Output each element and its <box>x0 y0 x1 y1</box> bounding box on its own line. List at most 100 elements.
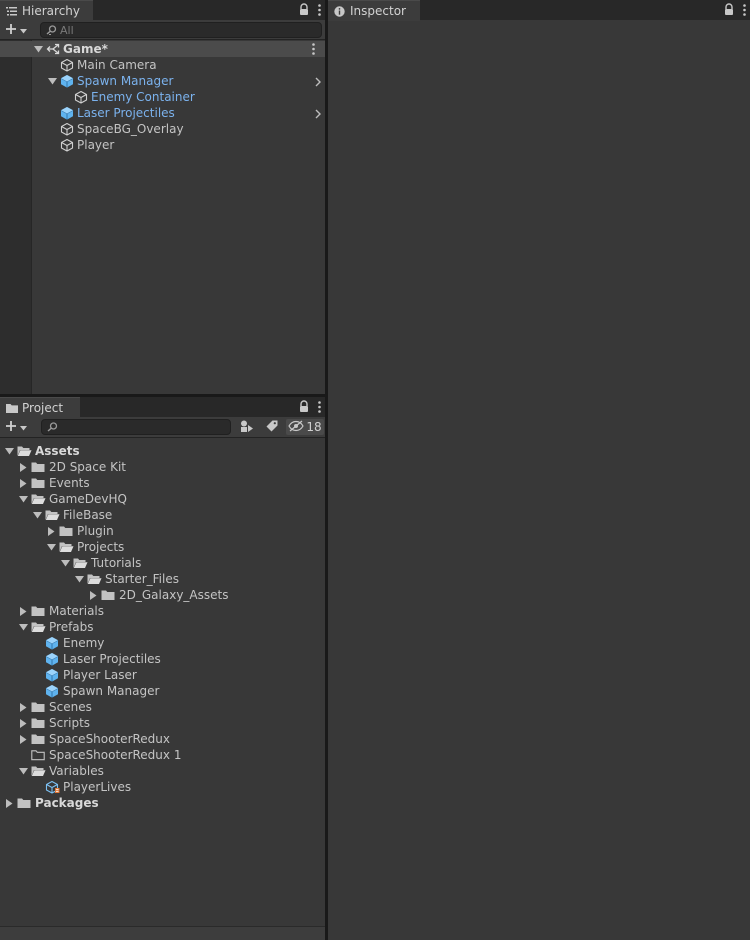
lock-icon[interactable] <box>298 400 310 413</box>
lock-icon[interactable] <box>298 3 310 16</box>
tab-project[interactable]: Project <box>0 397 80 418</box>
folder-icon <box>31 476 46 490</box>
folder-icon <box>59 524 74 538</box>
search-icon <box>46 25 57 35</box>
hierarchy-search[interactable] <box>40 22 322 38</box>
hierarchy-item-enemy-container[interactable]: Enemy Container <box>0 89 325 105</box>
hierarchy-item-player[interactable]: Player <box>0 137 325 153</box>
caret-down-icon <box>20 23 27 37</box>
hierarchy-toolbar <box>0 20 325 40</box>
hierarchy-item-label: Player <box>77 138 115 152</box>
project-item-variables[interactable]: Variables <box>0 763 325 779</box>
create-dropdown-button[interactable] <box>5 22 33 38</box>
hierarchy-list-icon <box>6 6 17 17</box>
project-item-label: Variables <box>49 764 104 778</box>
project-item-gamedevhq[interactable]: GameDevHQ <box>0 491 325 507</box>
project-item-label: Materials <box>49 604 105 618</box>
project-item-spawn-manager[interactable]: Spawn Manager <box>0 683 325 699</box>
expand-arrow-icon[interactable] <box>17 619 29 635</box>
project-item-laser-projectiles[interactable]: Laser Projectiles <box>0 651 325 667</box>
collapse-arrow-icon[interactable] <box>17 475 29 491</box>
hierarchy-item-laser-projectiles[interactable]: Laser Projectiles <box>0 105 325 121</box>
horizontal-scrollbar[interactable] <box>0 926 325 940</box>
project-item-label: Starter_Files <box>105 572 179 586</box>
project-item-tutorials[interactable]: Tutorials <box>0 555 325 571</box>
project-item-filebase[interactable]: FileBase <box>0 507 325 523</box>
project-item-projects[interactable]: Projects <box>0 539 325 555</box>
collapse-arrow-icon[interactable] <box>17 715 29 731</box>
project-item-label: Enemy <box>63 636 105 650</box>
project-item-starter-files[interactable]: Starter_Files <box>0 571 325 587</box>
project-search-input[interactable] <box>58 420 230 434</box>
hierarchy-item-main-camera[interactable]: Main Camera <box>0 57 325 73</box>
hierarchy-search-input[interactable] <box>57 23 321 37</box>
search-icon <box>47 422 58 432</box>
collapse-arrow-icon[interactable] <box>17 731 29 747</box>
project-item-prefabs[interactable]: Prefabs <box>0 619 325 635</box>
hierarchy-item-spawn-manager[interactable]: Spawn Manager <box>0 73 325 89</box>
project-item-2d-galaxy-assets[interactable]: 2D_Galaxy_Assets <box>0 587 325 603</box>
chevron-right-icon[interactable] <box>315 76 321 87</box>
expand-arrow-icon[interactable] <box>45 539 57 555</box>
collapse-arrow-icon[interactable] <box>17 459 29 475</box>
project-item-playerlives[interactable]: PlayerLives <box>0 779 325 795</box>
project-search[interactable] <box>41 419 231 435</box>
collapse-arrow-icon[interactable] <box>3 795 15 811</box>
project-item-label: Scripts <box>49 716 91 730</box>
tab-project-label: Project <box>22 401 64 415</box>
expand-arrow-icon[interactable] <box>46 73 58 89</box>
project-item-materials[interactable]: Materials <box>0 603 325 619</box>
expand-arrow-icon[interactable] <box>73 571 85 587</box>
folder-open-icon <box>59 540 74 554</box>
project-item-spaceshooterredux-1[interactable]: SpaceShooterRedux 1 <box>0 747 325 763</box>
tab-inspector[interactable]: Inspector <box>328 0 420 21</box>
scene-menu-icon[interactable] <box>312 43 315 55</box>
project-item-enemy[interactable]: Enemy <box>0 635 325 651</box>
collapse-arrow-icon[interactable] <box>87 587 99 603</box>
prefab-icon <box>45 668 60 682</box>
project-item-label: Plugin <box>77 524 114 538</box>
project-item-player-laser[interactable]: Player Laser <box>0 667 325 683</box>
project-item-assets[interactable]: Assets <box>0 443 325 459</box>
expand-arrow-icon[interactable] <box>32 41 44 57</box>
arrow-placeholder <box>31 635 43 651</box>
expand-arrow-icon[interactable] <box>59 555 71 571</box>
project-item-spaceshooterredux[interactable]: SpaceShooterRedux <box>0 731 325 747</box>
hidden-packages-toggle[interactable]: 18 <box>286 419 324 435</box>
plus-icon <box>5 420 17 435</box>
expand-arrow-icon[interactable] <box>17 491 29 507</box>
project-item-events[interactable]: Events <box>0 475 325 491</box>
expand-arrow-icon[interactable] <box>3 443 15 459</box>
search-by-label-button[interactable] <box>262 419 282 435</box>
search-by-type-button[interactable] <box>236 419 258 435</box>
project-item-2d-space-kit[interactable]: 2D Space Kit <box>0 459 325 475</box>
arrow-placeholder <box>31 667 43 683</box>
create-dropdown-button[interactable] <box>5 419 33 435</box>
chevron-right-icon[interactable] <box>315 108 321 119</box>
panel-menu-icon[interactable] <box>318 400 321 413</box>
gameobject-cube-icon <box>74 90 88 104</box>
unity-scene-icon <box>46 42 60 56</box>
prefab-icon <box>45 684 60 698</box>
panel-menu-icon[interactable] <box>743 3 746 16</box>
panel-menu-icon[interactable] <box>318 3 321 16</box>
expand-arrow-icon[interactable] <box>31 507 43 523</box>
collapse-arrow-icon[interactable] <box>45 523 57 539</box>
arrow-placeholder <box>31 651 43 667</box>
tab-hierarchy[interactable]: Hierarchy <box>0 0 93 21</box>
lock-icon[interactable] <box>723 3 735 16</box>
scene-label: Game* <box>63 42 108 56</box>
collapse-arrow-icon[interactable] <box>17 603 29 619</box>
project-item-packages[interactable]: Packages <box>0 795 325 811</box>
collapse-arrow-icon[interactable] <box>17 699 29 715</box>
expand-arrow-icon[interactable] <box>17 763 29 779</box>
hierarchy-item-spacebg-overlay[interactable]: SpaceBG_Overlay <box>0 121 325 137</box>
scene-row-game[interactable]: Game* <box>0 41 325 57</box>
hierarchy-item-label: Main Camera <box>77 58 157 72</box>
project-item-label: Laser Projectiles <box>63 652 161 666</box>
project-item-scripts[interactable]: Scripts <box>0 715 325 731</box>
search-by-type-icon <box>240 420 254 435</box>
project-item-scenes[interactable]: Scenes <box>0 699 325 715</box>
project-tab-bar: Project <box>0 397 325 418</box>
project-item-plugin[interactable]: Plugin <box>0 523 325 539</box>
